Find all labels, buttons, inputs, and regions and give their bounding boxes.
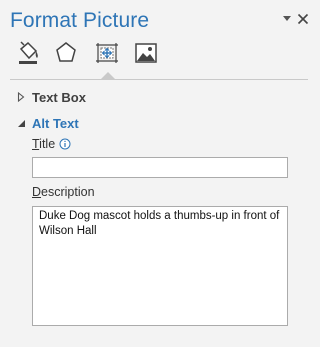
close-icon — [297, 13, 309, 25]
format-picture-pane: Format Picture Text Box Alt Text Title D… — [0, 0, 318, 347]
description-label-access-key: D — [32, 185, 42, 199]
section-label-alt-text: Alt Text — [32, 115, 79, 131]
chevron-right-icon — [14, 90, 28, 104]
section-text-box[interactable]: Text Box — [14, 87, 86, 107]
tab-effects[interactable] — [51, 38, 81, 68]
chevron-expanded-icon — [14, 116, 28, 130]
close-button[interactable] — [294, 10, 312, 28]
description-label: Description — [32, 185, 95, 199]
description-label-text: escription — [41, 185, 95, 199]
tab-fill-line[interactable] — [13, 38, 43, 68]
alt-text-title-input[interactable] — [32, 157, 288, 178]
title-label-text: itle — [39, 137, 56, 151]
section-label-text-box: Text Box — [32, 89, 86, 105]
tab-size-properties[interactable] — [92, 38, 122, 68]
pane-title: Format Picture — [10, 9, 150, 32]
alt-text-description-input[interactable]: Duke Dog mascot holds a thumbs-up in fro… — [32, 206, 288, 326]
tab-picture[interactable] — [131, 38, 161, 68]
selected-tab-indicator — [101, 72, 115, 79]
chevron-down-icon — [283, 16, 291, 21]
size-properties-icon — [96, 43, 118, 63]
fill-line-icon — [19, 41, 38, 64]
effects-pentagon-icon — [56, 42, 76, 62]
picture-icon — [135, 43, 157, 63]
section-alt-text[interactable]: Alt Text — [14, 113, 79, 133]
tab-divider — [10, 79, 308, 80]
info-icon[interactable] — [59, 138, 71, 150]
title-label: Title — [32, 137, 55, 151]
category-tabs — [0, 36, 318, 82]
